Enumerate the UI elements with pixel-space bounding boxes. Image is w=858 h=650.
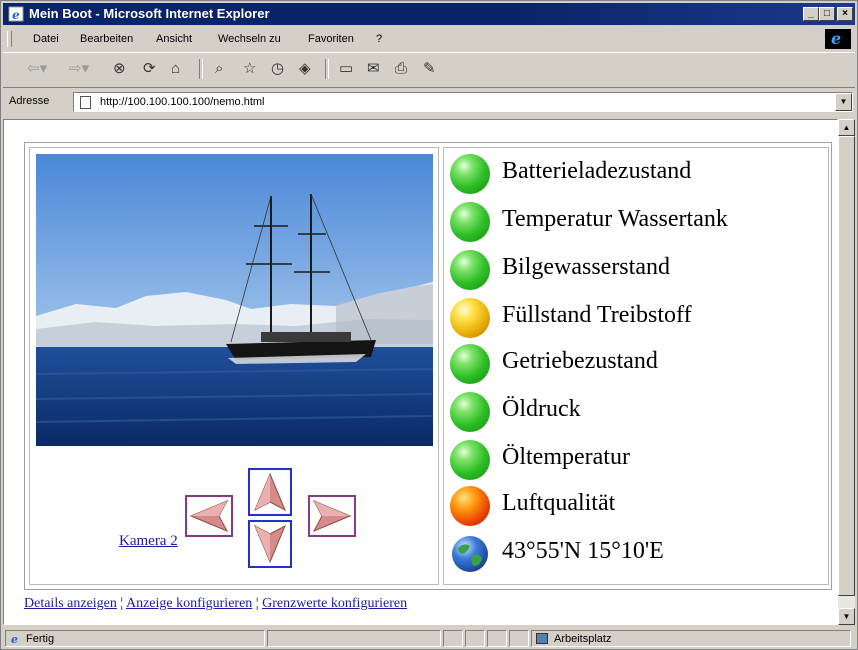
arrow-left-icon [189, 500, 229, 532]
back-icon[interactable]: ⇦▾ [27, 61, 47, 77]
ie-page-icon: e [8, 6, 24, 22]
status-panel-zone: Arbeitsplatz [531, 630, 851, 647]
tilt-up-button[interactable] [248, 468, 292, 516]
menu-datei[interactable]: Datei [33, 33, 59, 45]
svg-text:e: e [11, 633, 18, 644]
status-label: Luftqualität [502, 490, 616, 516]
search-icon[interactable]: ⌕ [215, 61, 223, 77]
arrow-down-icon [254, 524, 286, 564]
svg-text:e: e [12, 8, 20, 22]
status-label: Bilgewasserstand [502, 254, 670, 280]
menu-bar: Datei Bearbeiten Ansicht Wechseln zu Fav… [3, 28, 855, 50]
footer-links: Details anzeigen ¦ Anzeige konfigurieren… [24, 596, 407, 612]
tilt-down-button[interactable] [248, 520, 292, 568]
link-separator: ¦ [255, 596, 259, 611]
status-panel-b [465, 630, 485, 647]
status-panel-a [443, 630, 463, 647]
edit-icon[interactable]: ✎ [423, 61, 436, 77]
camera-2-link[interactable]: Kamera 2 [119, 533, 178, 550]
home-icon[interactable]: ⌂ [171, 61, 180, 77]
toolbar-separator [199, 59, 203, 79]
refresh-icon[interactable]: ⟳ [143, 61, 156, 77]
status-panel-c [487, 630, 507, 647]
status-panel-progress [267, 630, 441, 647]
menu-help[interactable]: ? [376, 33, 382, 45]
history-icon[interactable]: ◷ [271, 61, 284, 77]
camera-panel: Kamera 2 [29, 147, 439, 585]
menu-wechseln-zu[interactable]: Wechseln zu [218, 33, 281, 45]
status-light-icon [450, 486, 490, 526]
status-label: Öldruck [502, 396, 581, 422]
details-link[interactable]: Details anzeigen [24, 596, 117, 611]
configure-limits-link[interactable]: Grenzwerte konfigurieren [262, 596, 407, 611]
maximize-button[interactable]: □ [819, 7, 835, 21]
status-label: Batterieladezustand [502, 158, 692, 184]
boat-camera-image [36, 154, 433, 446]
mail-icon[interactable]: ✉ [367, 61, 380, 77]
menu-bearbeiten[interactable]: Bearbeiten [80, 33, 133, 45]
menu-favoriten[interactable]: Favoriten [308, 33, 354, 45]
scroll-down-button[interactable]: ▼ [838, 608, 855, 625]
ie-status-icon: e [10, 632, 22, 646]
close-button[interactable]: × [837, 7, 853, 21]
pan-left-button[interactable] [185, 495, 233, 537]
status-light-icon [450, 154, 490, 194]
status-label: Füllstand Treibstoff [502, 302, 692, 328]
status-light-icon [450, 392, 490, 432]
dashboard-table: Kamera 2 Batterieladezustand Temperatur … [24, 142, 832, 590]
arrow-up-icon [254, 472, 286, 512]
status-panel: Batterieladezustand Temperatur Wassertan… [443, 147, 829, 585]
menu-grip [7, 31, 12, 47]
minimize-button[interactable]: _ [803, 7, 819, 21]
configure-display-link[interactable]: Anzeige konfigurieren [126, 596, 252, 611]
title-bar[interactable]: e Mein Boot - Microsoft Internet Explore… [3, 3, 855, 25]
channels-icon[interactable]: ◈ [299, 61, 311, 77]
arrow-right-icon [312, 500, 352, 532]
status-label: Temperatur Wassertank [502, 206, 728, 232]
status-panel-d [509, 630, 529, 647]
pan-right-button[interactable] [308, 495, 356, 537]
menu-ansicht[interactable]: Ansicht [156, 33, 192, 45]
ie-logo-icon: e [825, 29, 851, 49]
page-icon [80, 96, 91, 109]
status-panel-main: e Fertig [5, 630, 265, 647]
status-light-icon [450, 298, 490, 338]
address-label: Adresse [9, 95, 50, 107]
toolbar: ⇦▾ ⇨▾ ⊗ ⟳ ⌂ ⌕ ☆ ◷ ◈ ▭ ✉ ⎙ ✎ [3, 52, 855, 88]
forward-icon[interactable]: ⇨▾ [69, 61, 89, 77]
stop-icon[interactable]: ⊗ [113, 61, 126, 77]
status-light-icon [450, 250, 490, 290]
status-text: Fertig [26, 633, 55, 645]
status-light-icon [450, 344, 490, 384]
status-bar: e Fertig Arbeitsplatz [3, 628, 855, 649]
status-light-icon [450, 202, 490, 242]
scroll-up-button[interactable]: ▲ [838, 119, 855, 136]
toolbar-separator [325, 59, 329, 79]
link-separator: ¦ [120, 596, 124, 611]
globe-icon [452, 536, 488, 572]
status-label: Öltemperatur [502, 444, 630, 470]
page-content: Kamera 2 Batterieladezustand Temperatur … [3, 119, 838, 625]
gps-position: 43°55'N 15°10'E [502, 538, 664, 564]
address-dropdown-button[interactable]: ▼ [835, 93, 852, 111]
vertical-scrollbar[interactable]: ▲ ▼ [838, 119, 855, 625]
browser-window: e Mein Boot - Microsoft Internet Explore… [0, 0, 858, 650]
address-url: http://100.100.100.100/nemo.html [100, 96, 265, 108]
computer-icon [536, 633, 548, 644]
favorites-icon[interactable]: ☆ [243, 61, 256, 77]
address-input[interactable]: http://100.100.100.100/nemo.html ▼ [73, 92, 853, 112]
status-label: Getriebezustand [502, 348, 658, 374]
zone-label: Arbeitsplatz [554, 633, 612, 645]
scroll-thumb[interactable] [838, 136, 855, 596]
print-icon[interactable]: ⎙ [395, 61, 407, 77]
address-bar: Adresse http://100.100.100.100/nemo.html… [3, 89, 855, 115]
fullscreen-icon[interactable]: ▭ [339, 61, 353, 77]
window-title: Mein Boot - Microsoft Internet Explorer [29, 6, 270, 21]
status-light-icon [450, 440, 490, 480]
